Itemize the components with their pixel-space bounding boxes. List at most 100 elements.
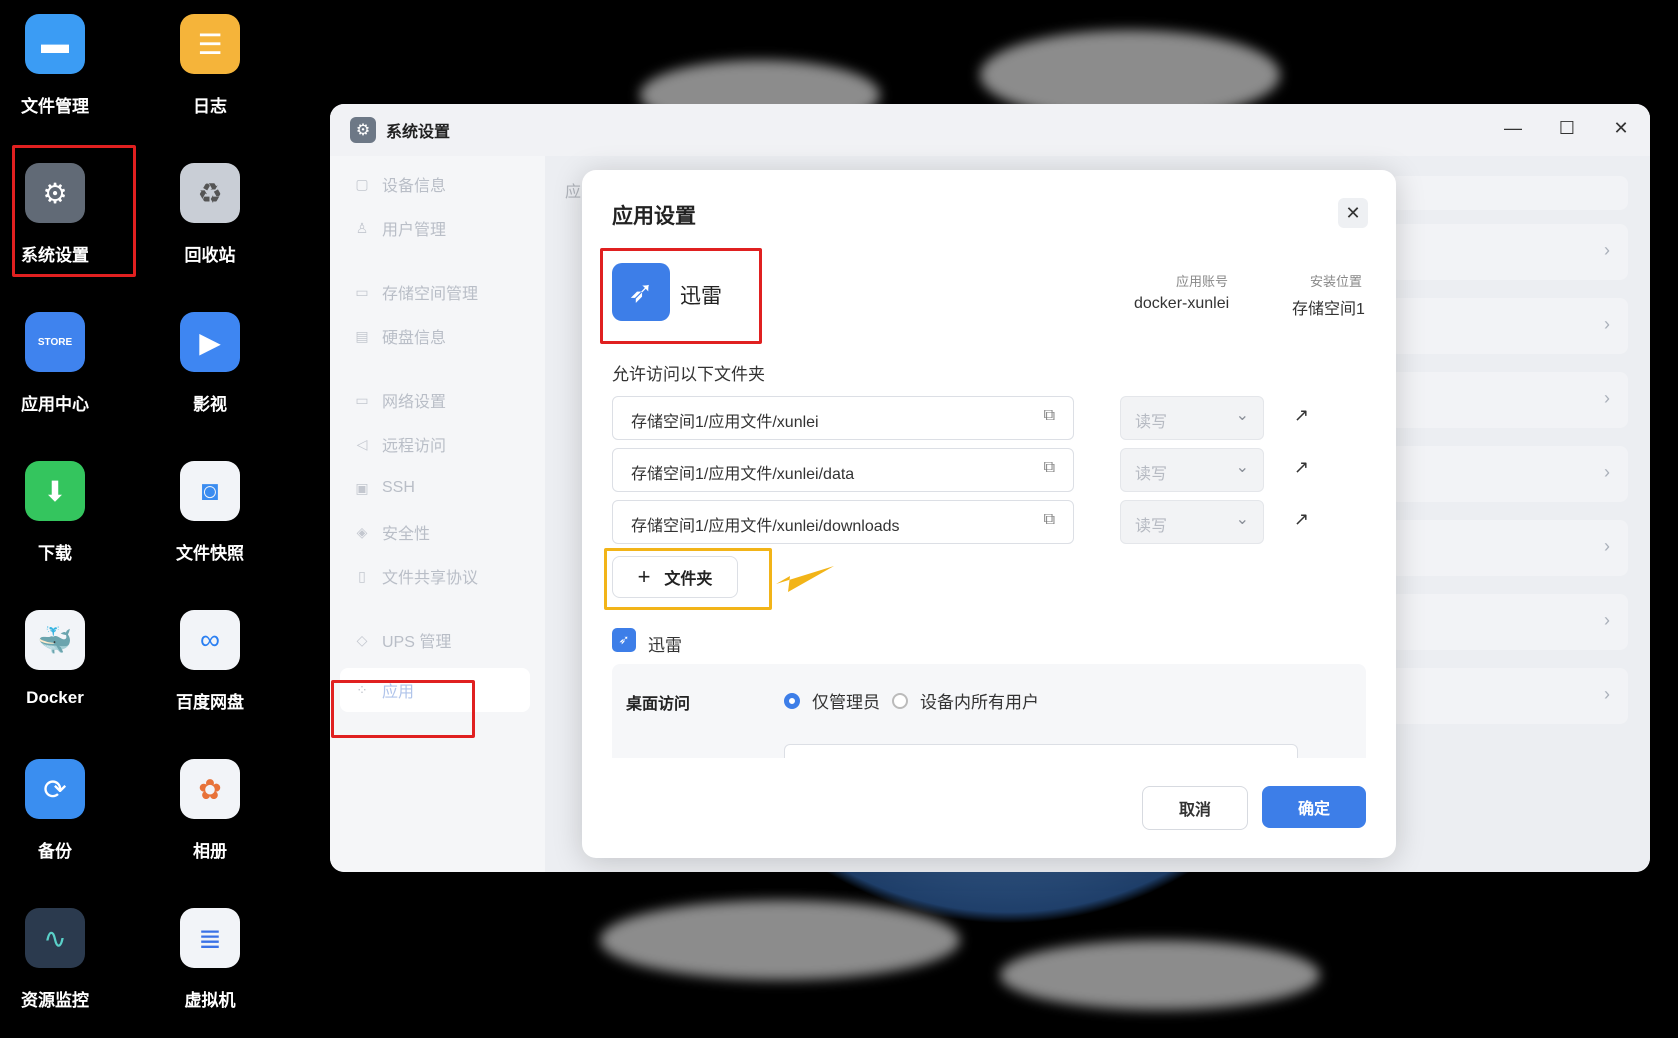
confirm-button[interactable]: 确定 bbox=[1262, 786, 1366, 828]
desktop-icon-virtual-machine[interactable]: ≣ 虚拟机 bbox=[155, 898, 265, 1028]
desktop-icon-video[interactable]: ▶ 影视 bbox=[155, 302, 265, 432]
device-icon: ▢ bbox=[355, 175, 369, 192]
permission-value: 读写 bbox=[1135, 466, 1168, 483]
app-list-row[interactable]: › bbox=[1390, 668, 1628, 724]
folder-path-field[interactable]: 存储空间1/应用文件/xunlei/downloads ⧉ bbox=[612, 500, 1074, 544]
app-list-row[interactable]: › bbox=[1390, 446, 1628, 502]
desktop-icon-label: 资源监控 bbox=[21, 991, 89, 1010]
permission-select[interactable]: 读写 ⌄ bbox=[1120, 448, 1264, 492]
ssh-icon: ▣ bbox=[355, 479, 369, 496]
copy-icon[interactable]: ⧉ bbox=[1044, 511, 1055, 529]
desktop-icon-label: 文件快照 bbox=[176, 544, 244, 563]
sidebar-item-security[interactable]: ◈ 安全性 bbox=[330, 510, 540, 554]
sidebar-item-label: 设备信息 bbox=[382, 178, 447, 195]
desktop-icon-label: 备份 bbox=[38, 842, 72, 861]
window-title: 系统设置 bbox=[386, 124, 451, 141]
app-list-row[interactable]: › bbox=[1390, 224, 1628, 280]
desktop-icon-label: 应用中心 bbox=[21, 395, 89, 414]
download-icon: ⬇ bbox=[25, 461, 85, 521]
desktop-icon-resource-monitor[interactable]: ∿ 资源监控 bbox=[0, 898, 110, 1028]
gear-icon: ⚙ bbox=[350, 117, 376, 143]
folder-icon: ▬ bbox=[25, 14, 85, 74]
sidebar-item-label: SSH bbox=[382, 479, 415, 496]
account-value: docker-xunlei bbox=[1134, 295, 1230, 312]
radio-admin-only[interactable]: 仅管理员 bbox=[784, 688, 880, 713]
minimize-button[interactable]: — bbox=[1498, 118, 1528, 139]
store-icon-text: STORE bbox=[37, 336, 73, 348]
desktop-icon-backup[interactable]: ⟳ 备份 bbox=[0, 749, 110, 879]
sidebar-item-user-management[interactable]: ♙ 用户管理 bbox=[330, 206, 540, 250]
desktop-icon-baidu-netdisk[interactable]: ∞ 百度网盘 bbox=[155, 600, 265, 730]
desktop-icon-label: Docker bbox=[26, 688, 84, 707]
chevron-down-icon: ⌄ bbox=[1235, 511, 1249, 528]
copy-icon[interactable]: ⧉ bbox=[1044, 459, 1055, 477]
dialog-close-button[interactable]: ✕ bbox=[1338, 198, 1368, 228]
desktop-icon-photos[interactable]: ✿ 相册 bbox=[155, 749, 265, 879]
folder-path-field[interactable]: 存储空间1/应用文件/xunlei/data ⧉ bbox=[612, 448, 1074, 492]
desktop-icon-file-manager[interactable]: ▬ 文件管理 bbox=[0, 4, 110, 134]
sidebar-item-device-info[interactable]: ▢ 设备信息 bbox=[330, 162, 540, 206]
sidebar-item-ups[interactable]: ◇ UPS 管理 bbox=[330, 618, 540, 662]
cloud-decoration bbox=[600, 900, 960, 980]
folder-path-text: 存储空间1/应用文件/xunlei/downloads bbox=[631, 518, 900, 535]
vm-icon: ≣ bbox=[180, 908, 240, 968]
highlight-box-system-settings bbox=[12, 145, 136, 277]
cloud-decoration bbox=[1000, 940, 1320, 1010]
dialog-title: 应用设置 bbox=[612, 205, 696, 228]
window-titlebar[interactable]: ⚙ 系统设置 — ☐ ✕ bbox=[330, 104, 1650, 156]
sidebar-item-label: UPS 管理 bbox=[382, 634, 452, 651]
sidebar-item-storage-management[interactable]: ▭ 存储空间管理 bbox=[330, 270, 540, 314]
folder-path-field[interactable]: 存储空间1/应用文件/xunlei ⧉ bbox=[612, 396, 1074, 440]
chevron-right-icon: › bbox=[1604, 684, 1610, 704]
app-list-row[interactable]: › bbox=[1390, 594, 1628, 650]
folder-row: 存储空间1/应用文件/xunlei/downloads ⧉ 读写 ⌄ ↗ bbox=[612, 500, 1312, 544]
permission-select[interactable]: 读写 ⌄ bbox=[1120, 396, 1264, 440]
search-bar-stub[interactable] bbox=[1390, 176, 1628, 210]
xunlei-small-icon: ➶ bbox=[612, 628, 636, 652]
desktop-icon-docker[interactable]: 🐳 Docker bbox=[0, 600, 110, 730]
highlight-box-apps bbox=[331, 680, 475, 738]
sidebar-item-disk-info[interactable]: ▤ 硬盘信息 bbox=[330, 314, 540, 358]
store-icon: STORE bbox=[25, 312, 85, 372]
disk-icon: ▤ bbox=[355, 327, 369, 344]
content-partial-title: 应 bbox=[565, 184, 582, 201]
sidebar-item-ssh[interactable]: ▣ SSH bbox=[330, 466, 540, 510]
app-list-row[interactable]: › bbox=[1390, 372, 1628, 428]
sidebar-item-file-sharing[interactable]: ▯ 文件共享协议 bbox=[330, 554, 540, 598]
folder-row: 存储空间1/应用文件/xunlei/data ⧉ 读写 ⌄ ↗ bbox=[612, 448, 1312, 492]
remote-icon: ◁ bbox=[356, 435, 368, 452]
desktop-icon-app-center[interactable]: STORE 应用中心 bbox=[0, 302, 110, 432]
snapshot-icon: ◙ bbox=[180, 461, 240, 521]
permission-value: 读写 bbox=[1135, 414, 1168, 431]
sub-app-name: 迅雷 bbox=[648, 636, 682, 655]
desktop-icon-download[interactable]: ⬇ 下载 bbox=[0, 451, 110, 581]
app-list-row[interactable]: › bbox=[1390, 520, 1628, 576]
chevron-right-icon: › bbox=[1604, 536, 1610, 556]
user-select-field[interactable] bbox=[784, 744, 1298, 758]
sidebar-item-network-settings[interactable]: ▭ 网络设置 bbox=[330, 378, 540, 422]
log-icon: ☰ bbox=[180, 14, 240, 74]
settings-sidebar: ▢ 设备信息 ♙ 用户管理 ▭ 存储空间管理 ▤ 硬盘信息 ▭ 网络设置 ◁ 远程访问 ▣ S… bbox=[330, 156, 540, 872]
desktop-icon-file-snapshot[interactable]: ◙ 文件快照 bbox=[155, 451, 265, 581]
desktop-icon-label: 回收站 bbox=[184, 246, 236, 265]
sidebar-item-label: 硬盘信息 bbox=[382, 330, 447, 347]
open-external-icon[interactable]: ↗ bbox=[1294, 509, 1309, 530]
storage-icon: ▭ bbox=[355, 283, 369, 300]
sidebar-item-remote-access[interactable]: ◁ 远程访问 bbox=[330, 422, 540, 466]
baidu-cloud-icon: ∞ bbox=[180, 610, 240, 670]
desktop-icon-recycle-bin[interactable]: ♻ 回收站 bbox=[155, 153, 265, 283]
backup-icon: ⟳ bbox=[25, 759, 85, 819]
permission-select[interactable]: 读写 ⌄ bbox=[1120, 500, 1264, 544]
desktop-icon-log[interactable]: ☰ 日志 bbox=[155, 4, 265, 134]
chevron-right-icon: › bbox=[1604, 388, 1610, 408]
radio-all-users[interactable]: 设备内所有用户 bbox=[892, 688, 1039, 713]
cancel-button[interactable]: 取消 bbox=[1142, 786, 1248, 830]
video-icon: ▶ bbox=[180, 312, 240, 372]
location-value: 存储空间1 bbox=[1292, 301, 1365, 318]
copy-icon[interactable]: ⧉ bbox=[1044, 407, 1055, 425]
app-list-row[interactable]: › bbox=[1390, 298, 1628, 354]
maximize-button[interactable]: ☐ bbox=[1552, 118, 1582, 139]
open-external-icon[interactable]: ↗ bbox=[1294, 405, 1309, 426]
open-external-icon[interactable]: ↗ bbox=[1294, 457, 1309, 478]
close-button[interactable]: ✕ bbox=[1606, 118, 1636, 139]
